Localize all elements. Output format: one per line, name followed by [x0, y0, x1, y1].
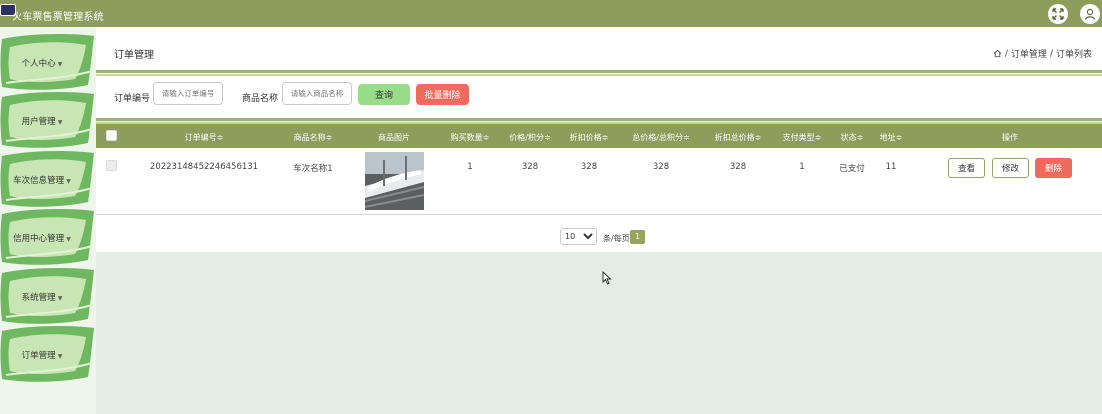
- cell-discount-total: 328: [729, 162, 747, 172]
- per-page-label: 条/每页: [603, 234, 630, 243]
- query-button[interactable]: 查询: [358, 84, 410, 105]
- cell-discount-price: 328: [580, 162, 598, 172]
- select-all-checkbox[interactable]: [106, 130, 117, 141]
- column-header-operations: 操作: [1002, 133, 1018, 142]
- delete-button[interactable]: 删除: [1035, 158, 1072, 178]
- divider: [96, 70, 1102, 73]
- sidebar: 个人中心 ▼ 用户管理 ▼ 车次信息管理 ▼ 信用中心管理 ▼ 系统管理 ▼ 订…: [0, 27, 96, 414]
- page-number-current[interactable]: 1: [630, 230, 645, 244]
- sidebar-item-label: 订单管理: [21, 351, 56, 361]
- batch-delete-button[interactable]: 批量删除: [416, 84, 469, 105]
- order-no-input[interactable]: [153, 82, 223, 105]
- sidebar-item-train-info[interactable]: 车次信息管理 ▼: [0, 150, 96, 208]
- column-header-address[interactable]: 地址≑: [880, 132, 903, 143]
- sidebar-item-label: 信用中心管理: [13, 234, 65, 244]
- app-title: 火车票售票管理系统: [12, 12, 104, 23]
- goods-image: [365, 152, 424, 210]
- row-checkbox[interactable]: [106, 160, 117, 171]
- cell-quantity: 1: [467, 162, 473, 172]
- column-header-goods-name[interactable]: 商品名称≑: [294, 132, 333, 143]
- breadcrumb-separator: /: [1049, 48, 1053, 59]
- sidebar-item-user-management[interactable]: 用户管理 ▼: [0, 91, 96, 149]
- sidebar-item-label: 车次信息管理: [13, 176, 65, 186]
- chevron-down-icon: ▼: [66, 178, 71, 185]
- chevron-down-icon: ▼: [57, 353, 63, 360]
- cell-status: 已支付: [839, 164, 865, 174]
- sidebar-item-order-management[interactable]: 订单管理 ▼: [0, 325, 96, 383]
- cell-address: 11: [885, 162, 897, 172]
- chevron-down-icon: ▼: [57, 295, 63, 302]
- column-header-payment-type[interactable]: 支付类型≑: [783, 132, 822, 143]
- top-bar: 火车票售票管理系统: [0, 0, 1102, 27]
- column-header-quantity[interactable]: 购买数量≑: [451, 132, 490, 143]
- fullscreen-icon[interactable]: [1048, 4, 1068, 24]
- main-content: 订单管理 / 订单管理 / 订单列表 订单编号 商品名称 查询 批量删除 订单编…: [96, 27, 1102, 414]
- view-button[interactable]: 查看: [948, 158, 985, 178]
- chevron-down-icon: ▼: [57, 119, 63, 126]
- breadcrumb-item[interactable]: 订单管理: [1011, 47, 1047, 60]
- column-header-status[interactable]: 状态≑: [841, 132, 864, 143]
- sidebar-item-credit-center[interactable]: 信用中心管理 ▼: [0, 208, 96, 266]
- cell-payment-type: 1: [799, 162, 805, 172]
- chevron-down-icon: ▼: [66, 236, 71, 243]
- user-icon[interactable]: [1080, 4, 1100, 24]
- sidebar-item-label: 系统管理: [21, 293, 56, 303]
- order-no-label: 订单编号: [114, 94, 151, 104]
- cell-order-no: 20223148452246456131: [149, 162, 259, 172]
- column-header-total-price-points[interactable]: 总价格/总积分≑: [632, 132, 689, 143]
- column-header-discount-price[interactable]: 折扣价格≑: [570, 132, 609, 143]
- breadcrumb: / 订单管理 / 订单列表: [993, 47, 1092, 60]
- column-header-order-no[interactable]: 订单编号≑: [185, 132, 224, 143]
- goods-name-label: 商品名称: [242, 94, 279, 104]
- sidebar-item-system-management[interactable]: 系统管理 ▼: [0, 267, 96, 325]
- cell-price-points: 328: [521, 162, 539, 172]
- table-header: 订单编号≑ 商品名称≑ 商品图片 购买数量≑ 价格/积分≑ 折扣价格≑ 总价格/…: [96, 124, 1102, 148]
- column-header-goods-image: 商品图片: [378, 133, 410, 142]
- chevron-down-icon: ▼: [57, 61, 63, 68]
- goods-name-input[interactable]: [282, 82, 352, 105]
- page-header: 订单管理 / 订单管理 / 订单列表: [96, 27, 1102, 75]
- sidebar-item-personal-center[interactable]: 个人中心 ▼: [0, 33, 96, 91]
- mouse-cursor-icon: [602, 271, 612, 285]
- sidebar-item-label: 个人中心: [21, 59, 56, 69]
- column-header-discount-total[interactable]: 折扣总价格≑: [715, 132, 762, 143]
- page-size-select[interactable]: 10: [560, 228, 597, 245]
- cell-total-price-points: 328: [652, 162, 670, 172]
- column-header-price-points[interactable]: 价格/积分≑: [509, 132, 550, 143]
- page-title: 订单管理: [114, 50, 154, 61]
- edit-button[interactable]: 修改: [992, 158, 1029, 178]
- home-icon[interactable]: [993, 49, 1002, 58]
- breadcrumb-item: 订单列表: [1055, 50, 1092, 60]
- table-row: 20223148452246456131 车次名称1 1 328 328 328…: [96, 148, 1102, 214]
- divider: [96, 118, 1102, 121]
- cell-goods-name: 车次名称1: [293, 164, 333, 174]
- sidebar-item-label: 用户管理: [21, 117, 56, 127]
- pagination: [96, 215, 1102, 252]
- breadcrumb-separator: /: [1004, 48, 1008, 59]
